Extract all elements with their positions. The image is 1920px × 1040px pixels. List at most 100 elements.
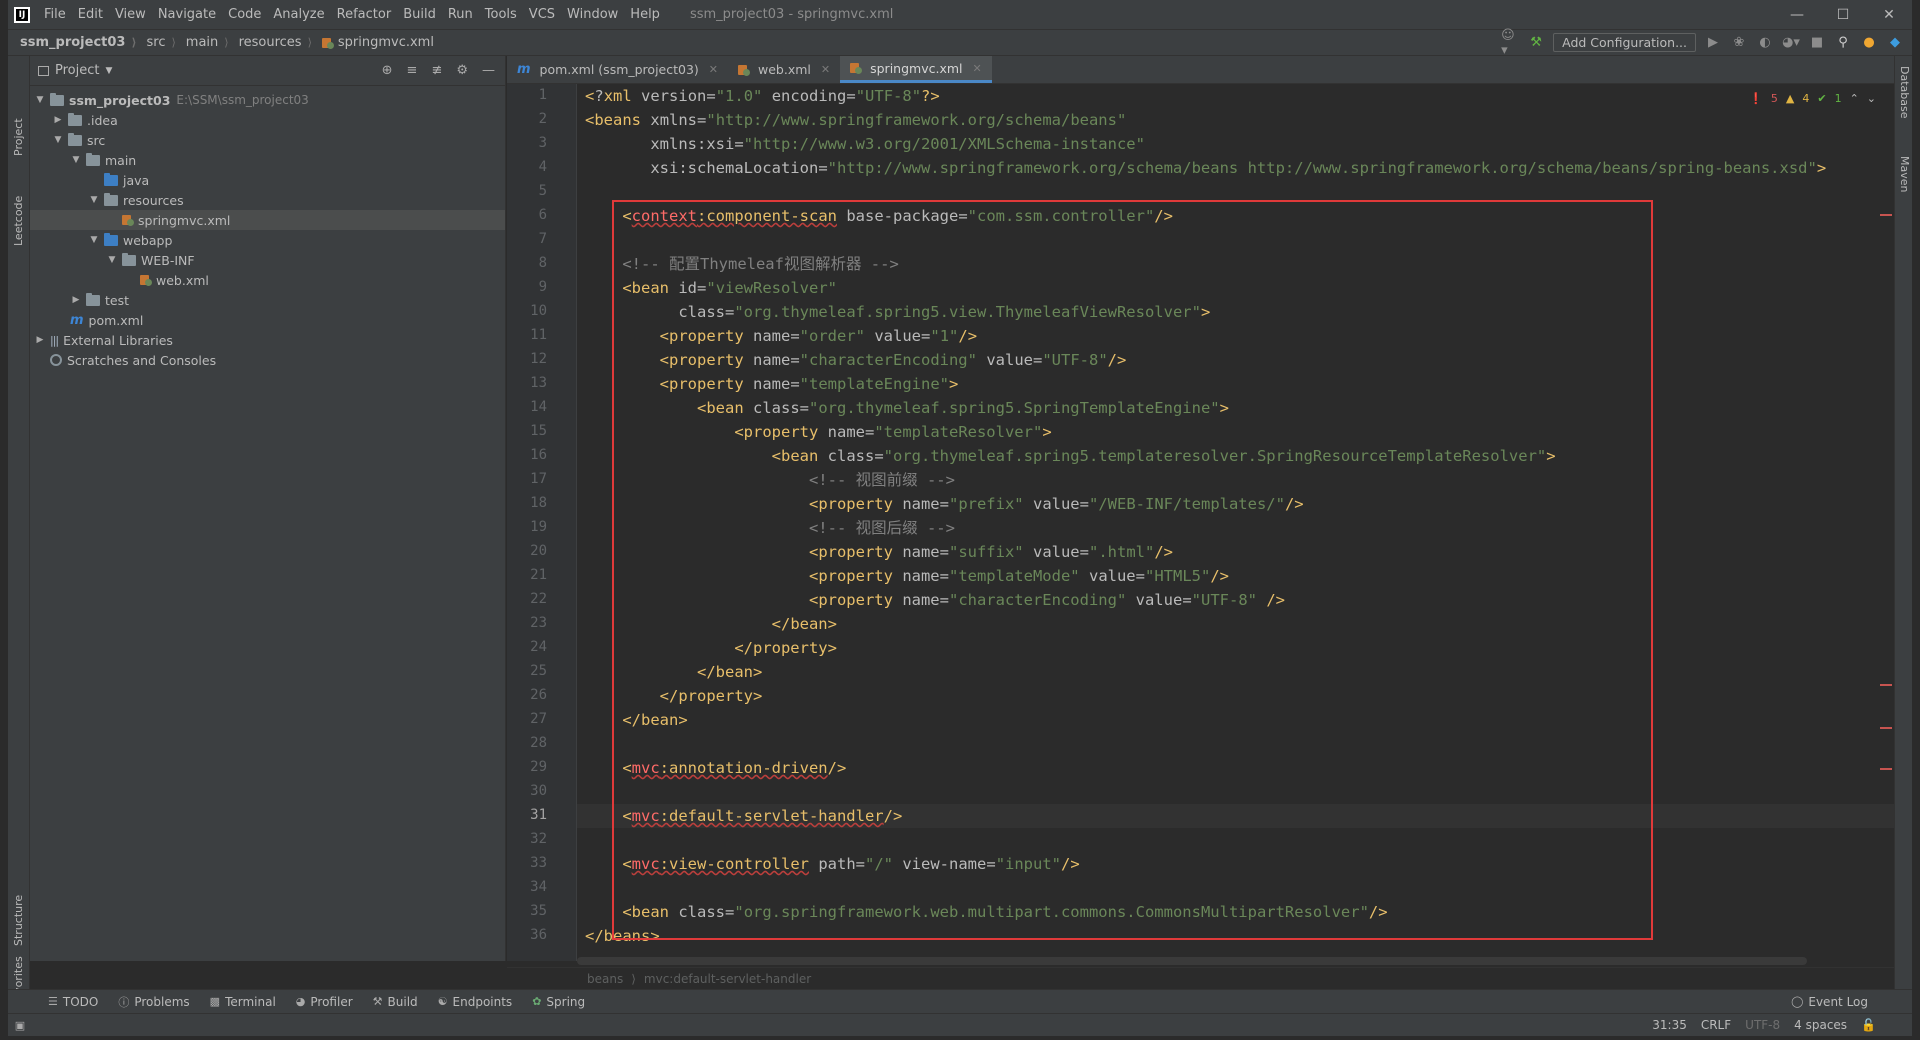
minimize-icon[interactable]: — — [1774, 0, 1820, 30]
tree-item-src[interactable]: ▼ src — [30, 130, 505, 150]
code-line[interactable]: <mvc:annotation-driven/> — [585, 756, 846, 780]
chevron-right-icon[interactable]: ▶ — [52, 115, 64, 125]
line-number[interactable]: 18 — [507, 495, 547, 511]
tree-item-web-inf[interactable]: ▼ WEB-INF — [30, 250, 505, 270]
code-line[interactable]: </bean> — [585, 660, 762, 684]
code-line[interactable]: xmlns:xsi="http://www.w3.org/2001/XMLSch… — [585, 132, 1145, 156]
tree-item-scratches[interactable]: Scratches and Consoles — [30, 350, 505, 370]
inspection-widget[interactable]: ❗ 5 ▲ 4 ✔ 1 ⌃ ⌄ — [1749, 92, 1876, 105]
line-number[interactable]: 8 — [507, 255, 547, 271]
breadcrumb-file[interactable]: springmvc.xml — [312, 35, 434, 50]
line-number[interactable]: 33 — [507, 855, 547, 871]
close-icon[interactable]: ✕ — [821, 63, 830, 76]
menu-vcs[interactable]: VCS — [523, 7, 561, 22]
editor-gutter[interactable]: 1 2 3 4 5 6 7 8 9 10 11 12 13 14 15 16 17 18 19 20 21 22 23 24 2… — [507, 84, 577, 961]
debug-icon[interactable]: ❀ — [1730, 34, 1748, 52]
indent-setting[interactable]: 4 spaces — [1794, 1018, 1847, 1032]
tree-item-resources[interactable]: ▼ resources — [30, 190, 505, 210]
tree-item-springmvc-xml[interactable]: springmvc.xml — [30, 210, 505, 230]
line-number[interactable]: 35 — [507, 903, 547, 919]
line-number[interactable]: 2 — [507, 111, 547, 127]
code-line[interactable]: <bean class="org.springframework.web.mul… — [585, 900, 1387, 924]
error-marker[interactable] — [1880, 684, 1892, 686]
toggle-tool-windows-icon[interactable]: ▣ — [8, 1019, 32, 1032]
code-line[interactable]: <bean id="viewResolver" — [585, 276, 837, 300]
line-number[interactable]: 29 — [507, 759, 547, 775]
line-number[interactable]: 21 — [507, 567, 547, 583]
line-number[interactable]: 12 — [507, 351, 547, 367]
gear-icon[interactable]: ⚙ — [456, 63, 468, 78]
line-number[interactable]: 27 — [507, 711, 547, 727]
line-number[interactable]: 1 — [507, 87, 547, 103]
build-button[interactable]: ⚒ Build — [363, 995, 428, 1009]
code-line[interactable]: <property name="characterEncoding" value… — [585, 348, 1127, 372]
menu-tools[interactable]: Tools — [479, 7, 523, 22]
menu-help[interactable]: Help — [624, 7, 666, 22]
line-number[interactable]: 7 — [507, 231, 547, 247]
endpoints-button[interactable]: ☯ Endpoints — [428, 995, 523, 1009]
line-number[interactable]: 3 — [507, 135, 547, 151]
profiler-button[interactable]: ◕ Profiler — [286, 995, 363, 1009]
breadcrumb-main[interactable]: main ⟩ — [176, 35, 229, 50]
line-number[interactable]: 25 — [507, 663, 547, 679]
line-number[interactable]: 26 — [507, 687, 547, 703]
menu-run[interactable]: Run — [442, 7, 479, 22]
line-number[interactable]: 6 — [507, 207, 547, 223]
coverage-icon[interactable]: ◐ — [1756, 34, 1774, 52]
hide-icon[interactable]: — — [482, 63, 495, 78]
menu-file[interactable]: File — [38, 7, 72, 22]
chevron-down-icon[interactable]: ⌄ — [1867, 92, 1876, 105]
tree-item-webapp[interactable]: ▼ webapp — [30, 230, 505, 250]
event-log-button[interactable]: ◯ Event Log — [1781, 995, 1912, 1009]
run-icon[interactable]: ▶ — [1704, 34, 1722, 52]
breadcrumb-project[interactable]: ssm_project03 ⟩ — [8, 35, 137, 50]
tree-item-test[interactable]: ▶ test — [30, 290, 505, 310]
code-line[interactable]: <mvc:default-servlet-handler/> — [585, 804, 902, 828]
code-line[interactable]: </bean> — [585, 612, 837, 636]
spring-button[interactable]: ✿ Spring — [522, 995, 595, 1009]
user-icon[interactable]: ☺▾ — [1501, 28, 1519, 58]
line-number[interactable]: 17 — [507, 471, 547, 487]
tree-item-idea[interactable]: ▶ .idea — [30, 110, 505, 130]
editor-breadcrumb-item[interactable]: mvc:default-servlet-handler — [644, 972, 811, 986]
tab-web-xml[interactable]: web.xml ✕ — [728, 56, 840, 83]
code-line[interactable]: <bean class="org.thymeleaf.spring5.templ… — [585, 444, 1556, 468]
chevron-down-icon[interactable]: ▼ — [52, 135, 64, 145]
line-number[interactable]: 31 — [507, 807, 547, 823]
tool-tab-structure[interactable]: Structure — [8, 876, 30, 946]
terminal-button[interactable]: ▩ Terminal — [200, 995, 286, 1009]
tree-item-java[interactable]: java — [30, 170, 505, 190]
problems-button[interactable]: ⓘ Problems — [108, 994, 199, 1010]
menu-analyze[interactable]: Analyze — [267, 7, 330, 22]
menu-edit[interactable]: Edit — [72, 7, 109, 22]
plugin-icon[interactable]: ◆ — [1886, 34, 1904, 52]
line-separator[interactable]: CRLF — [1701, 1018, 1731, 1032]
close-icon[interactable]: ✕ — [1866, 0, 1912, 30]
tree-item-pom-xml[interactable]: m pom.xml — [30, 310, 505, 330]
code-line[interactable]: <property name="templateMode" value="HTM… — [585, 564, 1229, 588]
code-line[interactable]: <property name="prefix" value="/WEB-INF/… — [585, 492, 1304, 516]
menu-build[interactable]: Build — [397, 7, 442, 22]
code-line[interactable]: </property> — [585, 636, 837, 660]
chevron-up-icon[interactable]: ⌃ — [1850, 92, 1859, 105]
code-line[interactable]: xsi:schemaLocation="http://www.springfra… — [585, 156, 1826, 180]
profile-icon[interactable]: ◕▾ — [1782, 34, 1800, 52]
code-line[interactable]: <beans xmlns="http://www.springframework… — [585, 108, 1126, 132]
code-line[interactable]: </bean> — [585, 708, 687, 732]
code-line[interactable]: class="org.thymeleaf.spring5.view.Thymel… — [585, 300, 1210, 324]
code-line[interactable]: <property name="order" value="1"/> — [585, 324, 977, 348]
line-number[interactable]: 23 — [507, 615, 547, 631]
line-number[interactable]: 32 — [507, 831, 547, 847]
breadcrumb-src[interactable]: src ⟩ — [137, 35, 176, 50]
line-number[interactable]: 24 — [507, 639, 547, 655]
line-number[interactable]: 36 — [507, 927, 547, 943]
code-line[interactable]: </property> — [585, 684, 763, 708]
line-number[interactable]: 13 — [507, 375, 547, 391]
error-marker[interactable] — [1880, 768, 1892, 770]
code-line[interactable]: <bean class="org.thymeleaf.spring5.Sprin… — [585, 396, 1229, 420]
lock-icon[interactable]: 🔓 — [1861, 1018, 1876, 1032]
tab-pom-xml[interactable]: m pom.xml (ssm_project03) ✕ — [507, 56, 728, 83]
tool-tab-project[interactable]: Project — [8, 106, 30, 166]
menu-refactor[interactable]: Refactor — [331, 7, 398, 22]
code-line[interactable]: <property name="suffix" value=".html"/> — [585, 540, 1173, 564]
